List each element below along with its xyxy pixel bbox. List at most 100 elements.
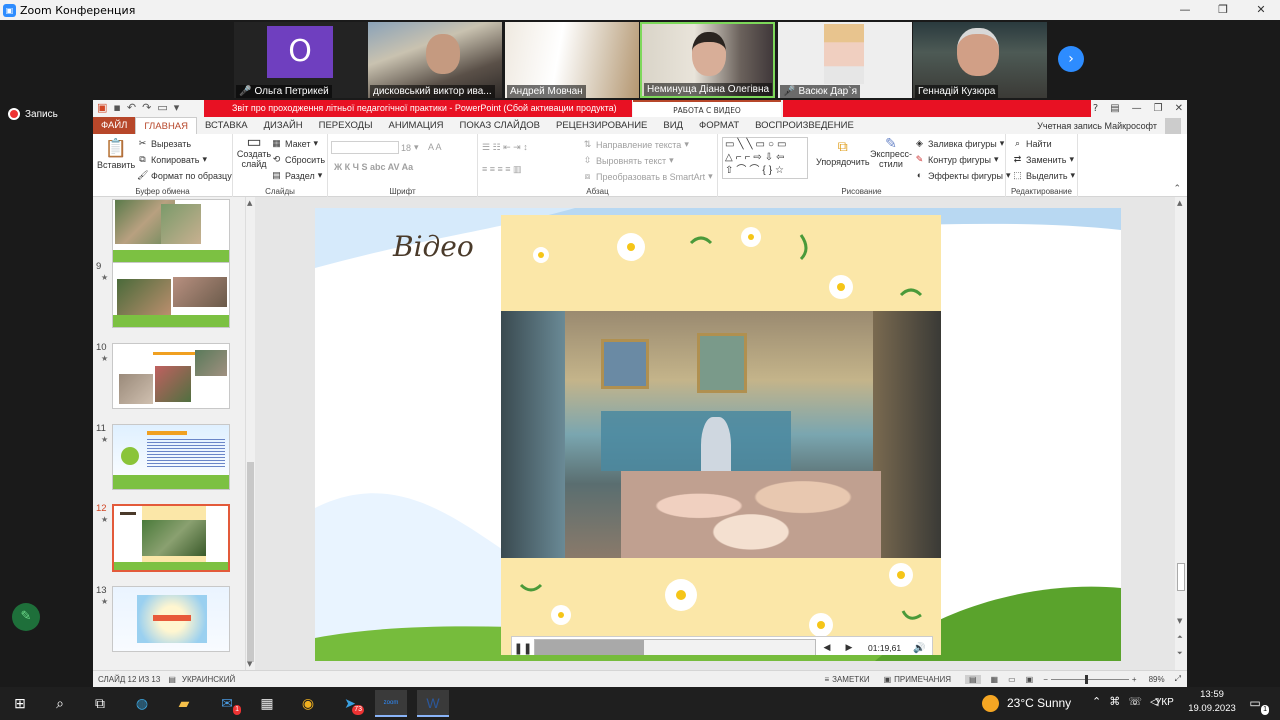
layout-button[interactable]: ▦ Макет ▾ xyxy=(271,138,318,149)
slide-thumbnail[interactable] xyxy=(112,199,230,265)
replace-button[interactable]: ⇄ Заменить ▾ xyxy=(1012,154,1074,165)
task-view-button[interactable]: ⧉ xyxy=(85,690,115,717)
scrollbar-thumb[interactable] xyxy=(1177,563,1185,591)
cut-button[interactable]: ✂ Вырезать xyxy=(137,138,191,149)
comments-button[interactable]: ПРИМЕЧАНИЯ xyxy=(894,675,951,684)
reset-button[interactable]: ⟲ Сбросить xyxy=(271,154,325,165)
zoom-level[interactable]: 89% xyxy=(1149,675,1165,684)
section-button[interactable]: ▤ Раздел ▾ xyxy=(271,170,322,181)
slide-thumbnail[interactable] xyxy=(112,262,230,328)
start-button[interactable]: ⊞ xyxy=(5,690,35,717)
taskbar-telegram[interactable]: ➤ 73 xyxy=(335,690,365,717)
customize-qat-icon[interactable]: ▾ xyxy=(174,101,180,114)
weather-sun-icon[interactable] xyxy=(982,695,999,712)
fit-to-window-icon[interactable]: ⤢ xyxy=(1175,674,1181,684)
text-direction-button[interactable]: ⇅ Направление текста ▾ xyxy=(582,139,689,150)
undo-icon[interactable]: ↶ xyxy=(127,101,136,114)
slide-thumbnail-selected[interactable] xyxy=(112,504,230,572)
scroll-down-icon[interactable]: ▼ xyxy=(247,660,252,668)
pause-button[interactable]: ❚❚ xyxy=(512,642,534,655)
close-button[interactable]: ✕ xyxy=(1242,0,1280,20)
slide-title[interactable]: Відео xyxy=(393,230,474,263)
shapes-gallery[interactable]: ▭╲╲▭○▭ △⌐⌐⇨⇩⇦ ⇧⌒⌒{}☆ xyxy=(722,137,808,179)
taskbar-chrome[interactable]: ◉ xyxy=(293,690,323,717)
scroll-up-icon[interactable]: ▲ xyxy=(247,199,252,207)
video-object[interactable]: ❚❚ ◀ ▶ 01:19,61 🔊 xyxy=(501,215,941,655)
start-slideshow-icon[interactable]: ▭ xyxy=(157,101,167,114)
copy-button[interactable]: ⧉ Копировать ▾ xyxy=(137,154,207,165)
taskbar-mail[interactable]: ✉ 1 xyxy=(212,690,242,717)
tab-format[interactable]: ФОРМАТ xyxy=(691,117,747,134)
previous-slide-icon[interactable]: ⏶ xyxy=(1177,633,1183,642)
next-slide-icon[interactable]: ⏷ xyxy=(1177,649,1183,658)
taskbar-store[interactable]: ▦ xyxy=(252,690,282,717)
current-slide[interactable]: Відео ❚❚ ◀ ▶ 01:19,61 🔊 xyxy=(315,208,1121,661)
list-buttons[interactable]: ☰ ☷ ⇤ ⇥ ↕ xyxy=(482,142,528,153)
zoom-out-button[interactable]: − xyxy=(1043,675,1048,684)
scroll-down-icon[interactable]: ▼ xyxy=(1177,617,1182,625)
slide-thumbnail[interactable] xyxy=(112,343,230,409)
notes-button[interactable]: ЗАМЕТКИ xyxy=(832,675,869,684)
help-icon[interactable]: ? xyxy=(1093,100,1098,117)
tab-transitions[interactable]: ПЕРЕХОДЫ xyxy=(311,117,381,134)
video-frame-image[interactable] xyxy=(501,311,941,558)
tab-review[interactable]: РЕЦЕНЗИРОВАНИЕ xyxy=(548,117,655,134)
thumbnail-scrollbar[interactable]: ▲ ▼ xyxy=(245,197,255,670)
font-size-box[interactable]: 18 ▾ xyxy=(401,142,419,153)
participant-tile[interactable]: дисковський виктор ива... xyxy=(368,22,502,98)
slide-thumbnail[interactable] xyxy=(112,424,230,490)
search-button[interactable]: ⌕ xyxy=(45,690,75,717)
participant-tile[interactable]: Геннадій Кузюра xyxy=(913,22,1047,98)
taskbar-word[interactable]: W xyxy=(417,690,449,717)
redo-icon[interactable]: ↷ xyxy=(142,101,151,114)
input-language[interactable]: УКР xyxy=(1155,697,1174,708)
weather-widget[interactable]: 23°C Sunny xyxy=(1007,696,1071,710)
scroll-up-icon[interactable]: ▲ xyxy=(1177,199,1182,207)
volume-icon[interactable]: 🔊 xyxy=(913,643,925,654)
quick-styles-button[interactable]: ✎ Экспресс-стили xyxy=(870,136,912,169)
save-icon[interactable]: ▪ xyxy=(113,101,120,114)
select-button[interactable]: ⬚ Выделить ▾ xyxy=(1012,170,1075,181)
video-progress-bar[interactable] xyxy=(534,639,816,655)
paste-button[interactable]: 📋 Вставить xyxy=(97,138,135,170)
tab-home[interactable]: ГЛАВНАЯ xyxy=(135,117,197,134)
restore-button[interactable]: ❐ xyxy=(1154,100,1163,117)
tab-slideshow[interactable]: ПОКАЗ СЛАЙДОВ xyxy=(452,117,548,134)
new-slide-button[interactable]: ▭ Создать слайд xyxy=(237,135,271,170)
participant-tile[interactable]: О 🎤 Ольга Петрикей xyxy=(234,22,368,98)
recording-indicator[interactable]: Запись xyxy=(8,108,58,120)
participant-tile[interactable]: 🎤 Васюк Дар`я xyxy=(778,22,912,98)
participant-tile-active-speaker[interactable]: Неминуща Діана Олегівна xyxy=(640,22,775,98)
collapse-ribbon-icon[interactable]: ⌃ xyxy=(1173,183,1181,194)
convert-smartart-button[interactable]: ⧈ Преобразовать в SmartArt ▾ xyxy=(582,171,713,182)
skip-forward-button[interactable]: ▶ xyxy=(838,643,860,653)
align-buttons[interactable]: ≡ ≡ ≡ ≡ ▥ xyxy=(482,164,522,175)
taskbar-zoom[interactable]: zoom xyxy=(375,690,407,717)
tab-animations[interactable]: АНИМАЦИЯ xyxy=(381,117,452,134)
maximize-button[interactable]: ❐ xyxy=(1204,0,1242,20)
tab-design[interactable]: ДИЗАЙН xyxy=(256,117,311,134)
find-button[interactable]: ⌕ Найти xyxy=(1012,138,1052,149)
shape-effects-button[interactable]: ◐ Эффекты фигуры ▾ xyxy=(914,170,1011,181)
tab-file[interactable]: ФАЙЛ xyxy=(93,117,136,134)
close-button[interactable]: ✕ xyxy=(1175,100,1183,117)
taskbar-file-explorer[interactable]: ▰ xyxy=(169,690,199,717)
language-indicator[interactable]: УКРАИНСКИЙ xyxy=(182,675,235,684)
normal-view-button[interactable]: ▤ xyxy=(964,674,981,684)
zoom-slider-knob[interactable] xyxy=(1085,674,1089,684)
font-format-buttons[interactable]: Ж К Ч S abc AV Aa xyxy=(334,162,413,172)
zoom-in-button[interactable]: + xyxy=(1132,675,1137,684)
next-participants-button[interactable]: › xyxy=(1058,46,1084,72)
minimize-button[interactable]: — xyxy=(1132,100,1142,117)
notification-center-button[interactable]: ▭ 1 xyxy=(1240,690,1270,717)
font-name-box[interactable] xyxy=(331,141,399,154)
tab-insert[interactable]: ВСТАВКА xyxy=(197,117,256,134)
minimize-button[interactable]: — xyxy=(1166,0,1204,20)
ribbon-display-icon[interactable]: ▤ xyxy=(1110,100,1119,117)
participant-tile[interactable]: Андрей Мовчан xyxy=(505,22,639,98)
slide-sorter-button[interactable]: ▦ xyxy=(991,675,999,684)
skip-back-button[interactable]: ◀ xyxy=(816,643,838,653)
align-text-button[interactable]: ⇳ Выровнять текст ▾ xyxy=(582,155,674,166)
slide-scrollbar[interactable]: ▲ ▼ ⏶ ⏷ xyxy=(1175,197,1187,670)
account-avatar[interactable] xyxy=(1165,117,1181,134)
